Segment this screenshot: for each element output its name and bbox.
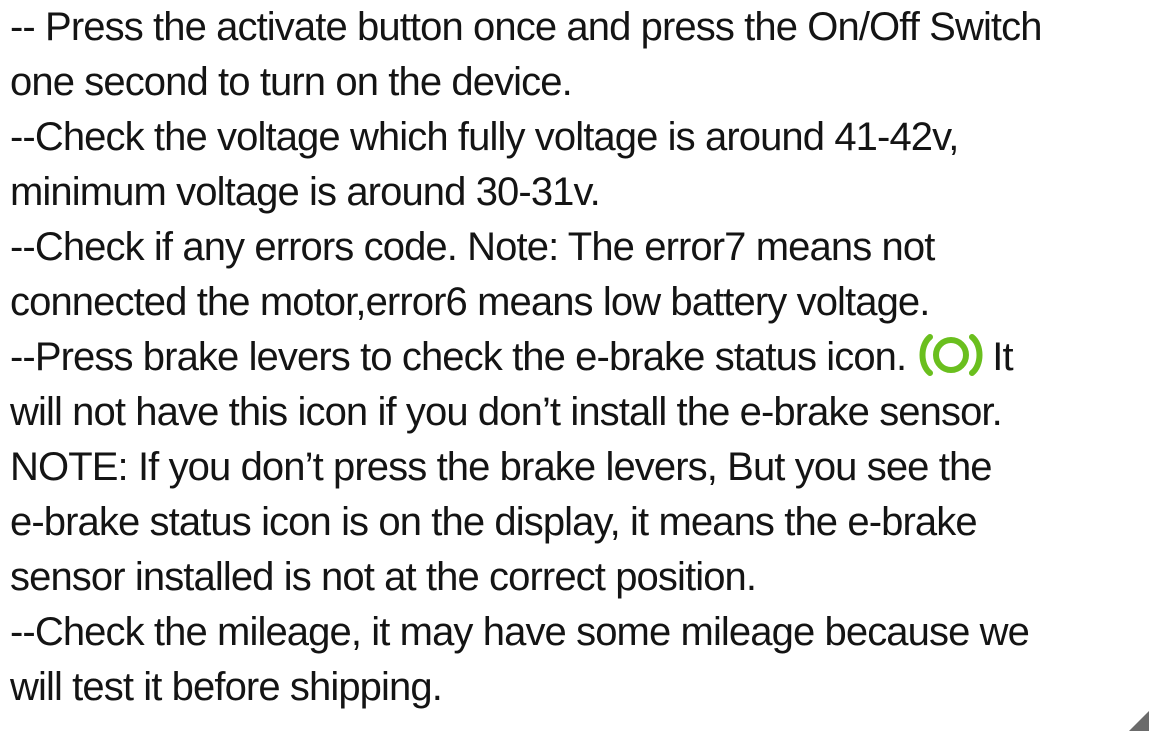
- instruction-line: --Check if any errors code. Note: The er…: [10, 225, 935, 269]
- instruction-line-part: It: [992, 335, 1013, 379]
- instruction-line-with-icon: --Press brake levers to check the e-brak…: [10, 330, 1145, 385]
- instructions-text: -- Press the activate button once and pr…: [10, 0, 1145, 715]
- instruction-line: -- Press the activate button once and pr…: [10, 5, 1042, 49]
- instruction-line: one second to turn on the device.: [10, 60, 573, 104]
- instruction-line: e-brake status icon is on the display, i…: [10, 500, 978, 544]
- instruction-line: will test it before shipping.: [10, 665, 443, 709]
- instruction-line: connected the motor,error6 means low bat…: [10, 280, 930, 324]
- e-brake-status-icon: [916, 333, 986, 377]
- instruction-line: --Check the mileage, it may have some mi…: [10, 610, 1030, 654]
- instruction-line: minimum voltage is around 30-31v.: [10, 170, 601, 214]
- instruction-line: NOTE: If you don’t press the brake lever…: [10, 445, 993, 489]
- instruction-line: sensor installed is not at the correct p…: [10, 555, 757, 599]
- instruction-line: --Check the voltage which fully voltage …: [10, 115, 959, 159]
- instruction-line-part: --Press brake levers to check the e-brak…: [10, 335, 907, 379]
- resize-corner-icon: [1129, 711, 1149, 731]
- instruction-line: will not have this icon if you don’t ins…: [10, 390, 1003, 434]
